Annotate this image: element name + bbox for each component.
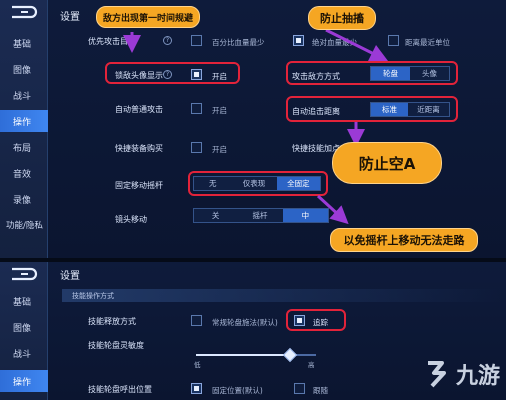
sidebar: 基础 图像 战斗 操作 bbox=[0, 262, 48, 400]
callout-anti-grab: 防止抽搐 bbox=[308, 6, 376, 30]
wheel-popup-fixed-label: 固定位置(默认) bbox=[212, 386, 263, 395]
wheel-popup-follow-checkbox[interactable] bbox=[294, 383, 305, 394]
wheel-sensitivity-label: 技能轮盘灵敏度 bbox=[88, 341, 144, 350]
callout-avoid-joystick: 以免摇杆上移动无法走路 bbox=[330, 228, 478, 252]
sensitivity-low-label: 低 bbox=[194, 361, 201, 369]
wheel-popup-fixed-checkbox[interactable] bbox=[191, 383, 202, 394]
annotation-arrows bbox=[123, 28, 389, 225]
skill-release-label: 技能释放方式 bbox=[88, 317, 136, 326]
settings-panel-bottom: 基础 图像 战斗 操作 设置 技能操作方式 技能释放方式 常规轮盘施法(默认) … bbox=[0, 262, 506, 400]
back-icon bbox=[12, 267, 38, 281]
sensitivity-slider-knob[interactable] bbox=[282, 347, 297, 363]
page-title: 设置 bbox=[60, 271, 80, 282]
sensitivity-high-label: 高 bbox=[308, 361, 315, 369]
wheel-popup-follow-label: 跟随 bbox=[313, 386, 328, 395]
skill-release-default-checkbox[interactable] bbox=[191, 315, 202, 326]
sidebar-item-controls[interactable]: 操作 bbox=[0, 370, 48, 392]
callout-first-time-avoid: 敌方出现第一时间规避 bbox=[96, 6, 200, 28]
sidebar-item-graphics[interactable]: 图像 bbox=[0, 316, 48, 338]
callout-anti-empty-a: 防止空A bbox=[332, 142, 442, 184]
sensitivity-slider-fill bbox=[196, 354, 290, 356]
highlight-box bbox=[286, 309, 346, 331]
section-title: 技能操作方式 bbox=[72, 292, 114, 300]
wheel-popup-label: 技能轮盘呼出位置 bbox=[88, 385, 152, 394]
jiuyou-logo-icon bbox=[427, 361, 446, 388]
settings-panel-top: 基础 图像 战斗 操作 布局 音效 录像 功能/隐私 设置 优先攻击目标 ? 百… bbox=[0, 0, 506, 258]
watermark-text: 九游 bbox=[455, 364, 500, 389]
section-header: 技能操作方式 bbox=[62, 289, 502, 302]
sidebar-item-basic[interactable]: 基础 bbox=[0, 290, 48, 312]
watermark: 九游 bbox=[422, 358, 500, 390]
skill-release-default-label: 常规轮盘施法(默认) bbox=[212, 318, 278, 327]
sidebar-item-combat[interactable]: 战斗 bbox=[0, 342, 48, 364]
back-button[interactable] bbox=[4, 266, 44, 282]
